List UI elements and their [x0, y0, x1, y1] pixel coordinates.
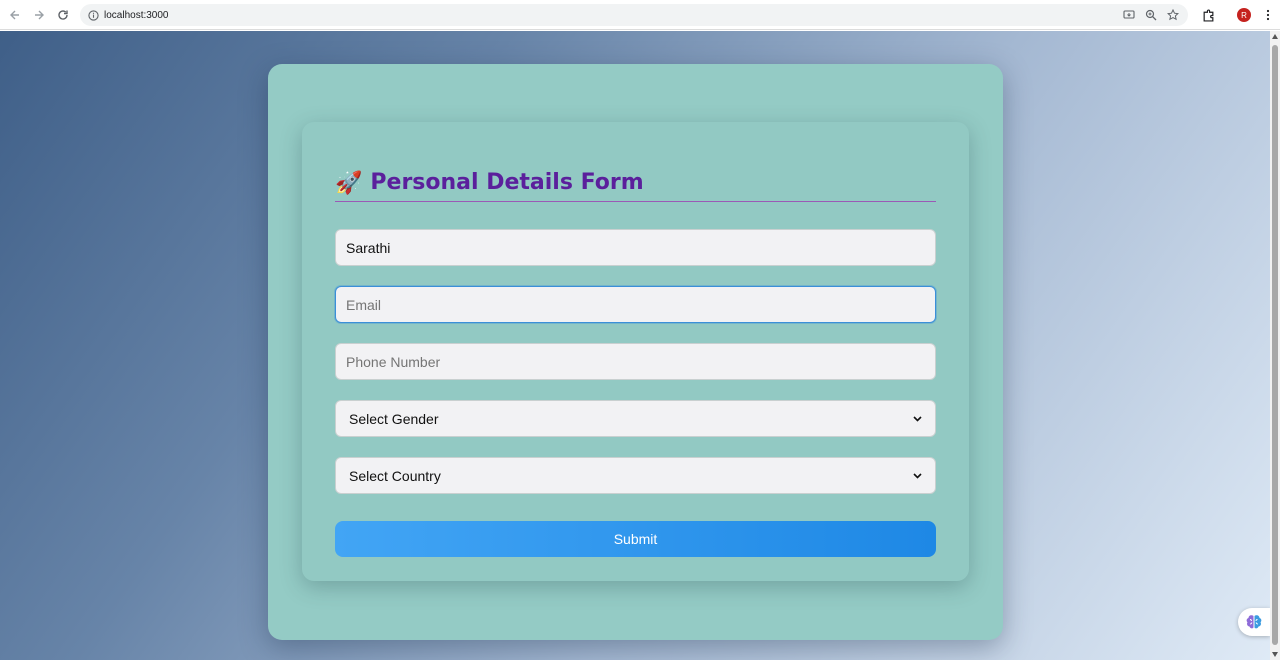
country-select[interactable]: Select Country: [335, 457, 936, 494]
page-scrollbar[interactable]: [1270, 31, 1280, 660]
gender-select-value: Select Gender: [349, 410, 439, 427]
personal-details-form: 🚀 Personal Details Form Select Gender Se…: [302, 122, 969, 581]
arrow-right-icon: [35, 10, 44, 19]
reload-icon: [58, 9, 68, 20]
phone-input[interactable]: [335, 343, 936, 380]
form-title: Personal Details Form: [370, 170, 644, 195]
back-button[interactable]: [3, 3, 27, 27]
zoom-icon[interactable]: [1142, 6, 1160, 24]
chevron-down-icon: [912, 471, 922, 481]
floating-extension-button[interactable]: [1238, 608, 1270, 636]
install-app-icon[interactable]: [1120, 6, 1138, 24]
forward-button[interactable]: [27, 3, 51, 27]
email-input[interactable]: [335, 286, 936, 323]
arrow-left-icon: [10, 10, 19, 19]
rocket-icon: 🚀: [335, 169, 363, 195]
name-input[interactable]: [335, 229, 936, 266]
scrollbar-thumb[interactable]: [1272, 45, 1278, 645]
chevron-down-icon: [912, 414, 922, 424]
scroll-up-icon[interactable]: [1272, 34, 1278, 39]
outer-card: 🚀 Personal Details Form Select Gender Se…: [268, 64, 1003, 640]
reload-button[interactable]: [51, 3, 75, 27]
browser-toolbar: localhost:3000 R: [0, 0, 1280, 30]
url-text: localhost:3000: [104, 9, 169, 21]
address-bar[interactable]: localhost:3000: [80, 4, 1188, 26]
submit-button[interactable]: Submit: [335, 521, 936, 557]
page-background: 🚀 Personal Details Form Select Gender Se…: [0, 31, 1270, 660]
info-icon[interactable]: [82, 9, 104, 21]
scroll-down-icon[interactable]: [1272, 652, 1278, 657]
country-select-value: Select Country: [349, 467, 441, 484]
gender-select[interactable]: Select Gender: [335, 400, 936, 437]
star-icon[interactable]: [1164, 6, 1182, 24]
kebab-menu-icon[interactable]: [1256, 3, 1280, 27]
extensions-icon[interactable]: [1196, 3, 1220, 27]
form-header: 🚀 Personal Details Form: [335, 164, 936, 202]
brain-icon: [1246, 615, 1262, 629]
profile-avatar[interactable]: R: [1232, 3, 1256, 27]
